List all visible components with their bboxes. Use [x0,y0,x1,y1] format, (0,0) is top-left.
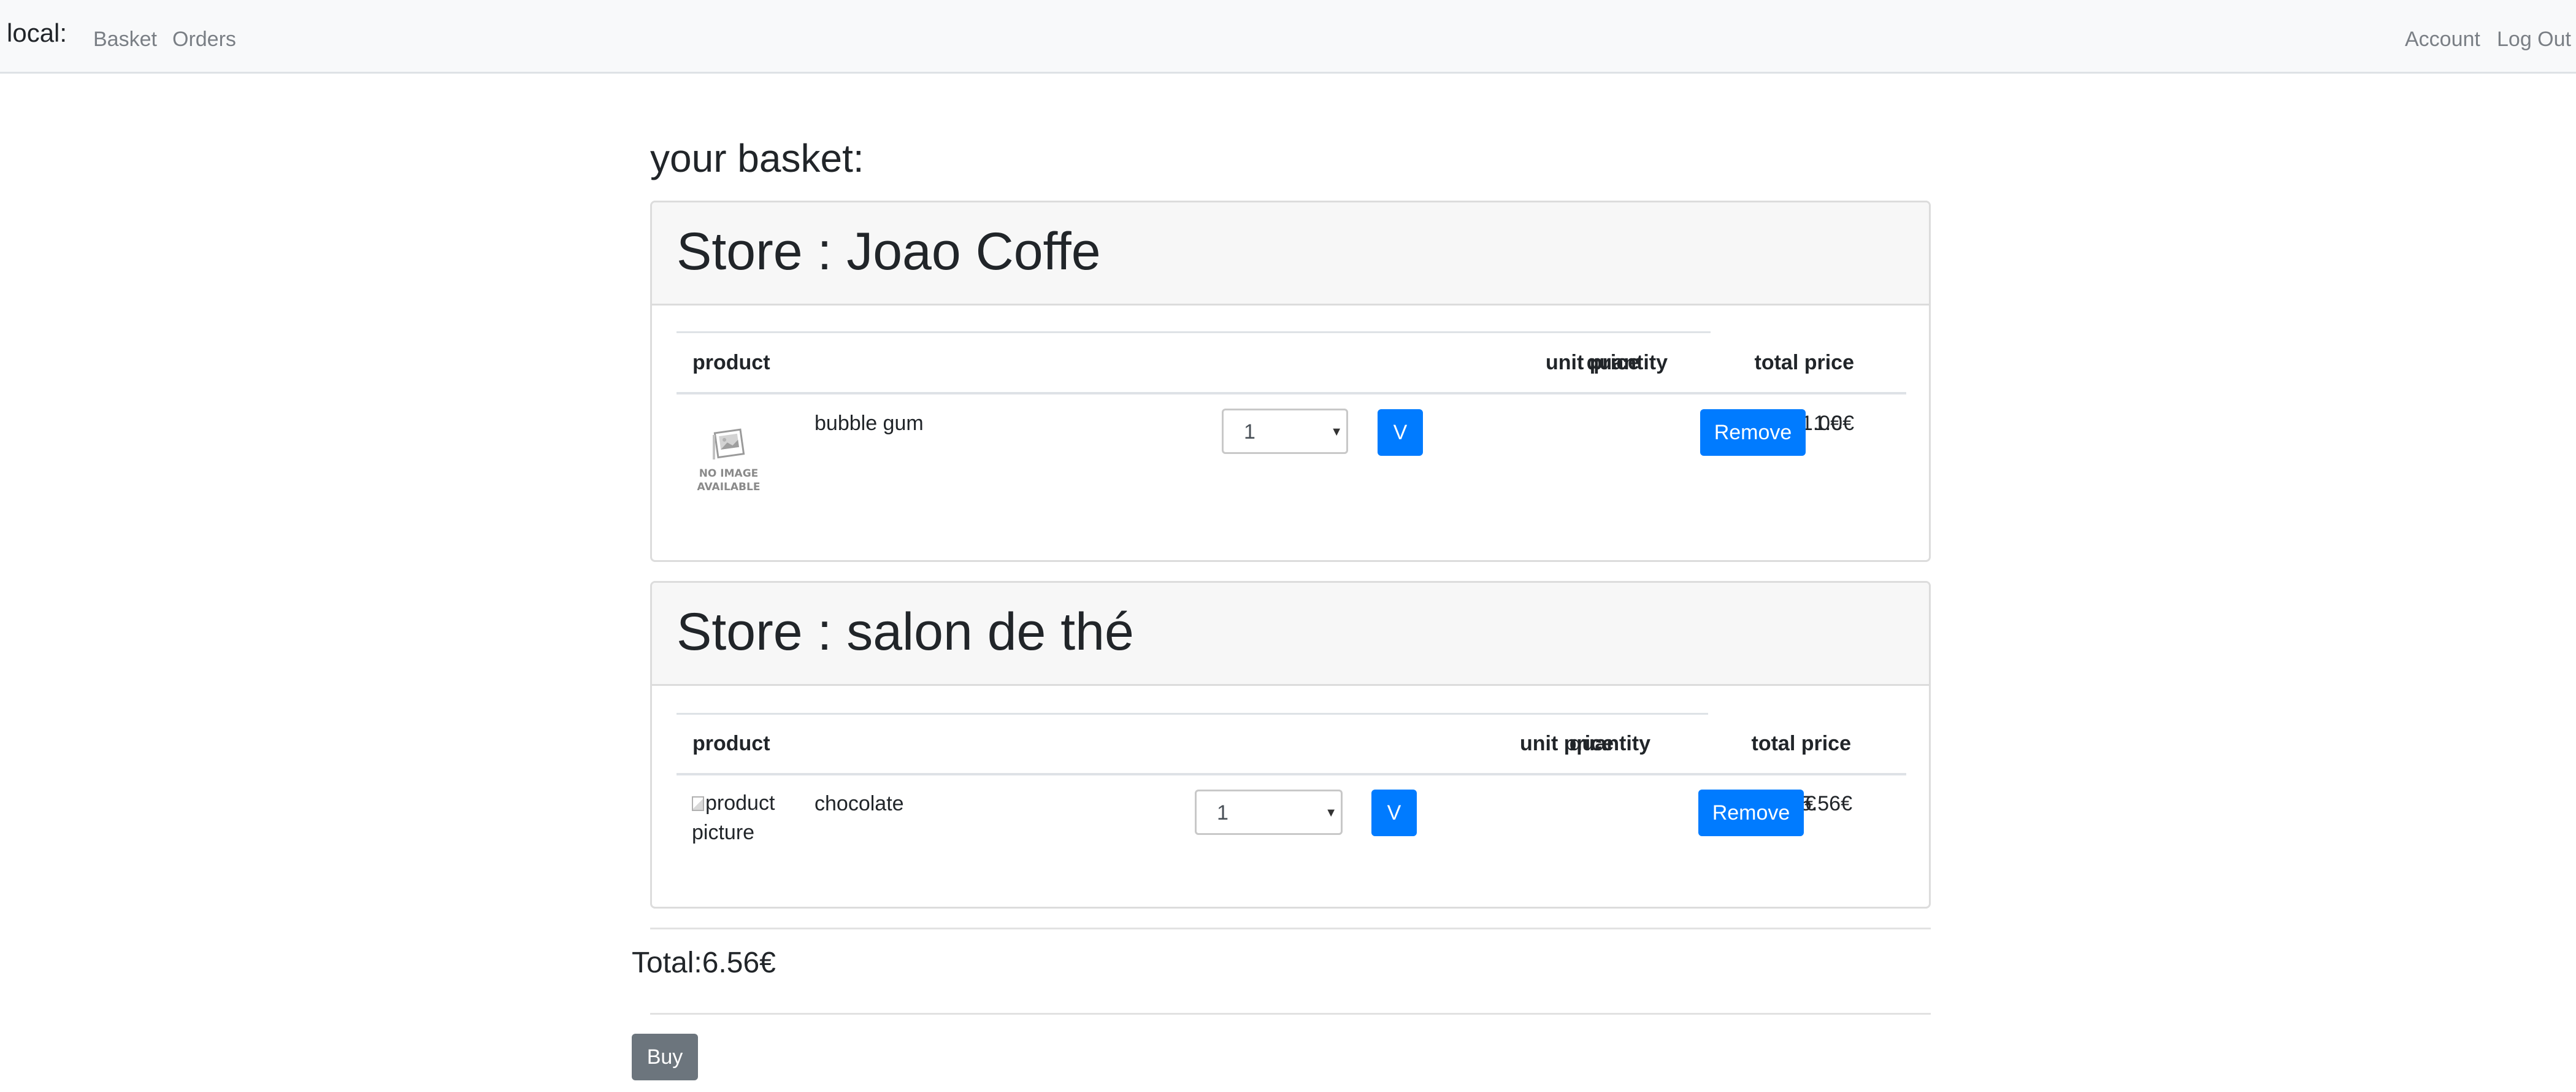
nav-link-orders[interactable]: Orders [172,27,236,52]
table-top-border [677,331,1711,333]
column-header-product: product [692,351,770,374]
divider [650,928,1931,929]
basket-total: Total:6.56€ [632,947,776,979]
product-name: chocolate [815,792,904,815]
remove-button[interactable]: Remove [1700,409,1806,456]
navbar-brand[interactable]: local: [7,18,67,48]
nav-link-basket[interactable]: Basket [93,27,157,52]
nav-link-logout[interactable]: Log Out [2497,27,2571,52]
store-header: Store : salon de thé [652,583,1929,686]
store-card: Store : Joao Coffe product unit price qu… [650,201,1931,562]
nav-link-account[interactable]: Account [2405,27,2480,52]
confirm-quantity-button[interactable]: V [1371,790,1417,836]
no-image-text-line1: NO IMAGE [699,467,759,480]
caret-down-icon: ▼ [1325,806,1337,820]
divider [650,1013,1931,1015]
store-header: Store : Joao Coffe [652,202,1929,306]
store-title: Store : salon de thé [677,602,1134,661]
caret-down-icon: ▼ [1330,425,1343,439]
table-header-divider [677,773,1906,775]
column-header-product: product [692,732,770,755]
confirm-quantity-button[interactable]: V [1378,409,1423,456]
product-name: bubble gum [815,412,924,435]
broken-image-icon: product picture [692,788,784,847]
page-title: your basket: [650,136,864,180]
no-image-available-icon: NO IMAGE AVAILABLE [697,428,761,493]
table-top-border [677,713,1708,715]
broken-image-glyph [692,796,704,811]
quantity-select[interactable]: 1 ▼ [1195,790,1343,835]
table-header-divider [677,392,1906,394]
column-header-total-price: total price [1754,351,1854,374]
column-header-total-price: total price [1751,732,1851,755]
quantity-select[interactable]: 1 ▼ [1222,409,1348,454]
navbar: local: Basket Orders Account Log Out [0,0,2576,74]
quantity-value: 1 [1244,420,1255,444]
buy-button[interactable]: Buy [632,1034,698,1080]
column-header-quantity: quantity [1569,732,1650,755]
no-image-text-line2: AVAILABLE [697,481,761,493]
column-header-quantity: quantity [1586,351,1668,374]
quantity-value: 1 [1217,801,1229,825]
product-image-alt: product picture [692,791,775,844]
store-card: Store : salon de thé product unit price … [650,581,1931,909]
store-title: Store : Joao Coffe [677,222,1101,281]
remove-button[interactable]: Remove [1698,790,1804,836]
